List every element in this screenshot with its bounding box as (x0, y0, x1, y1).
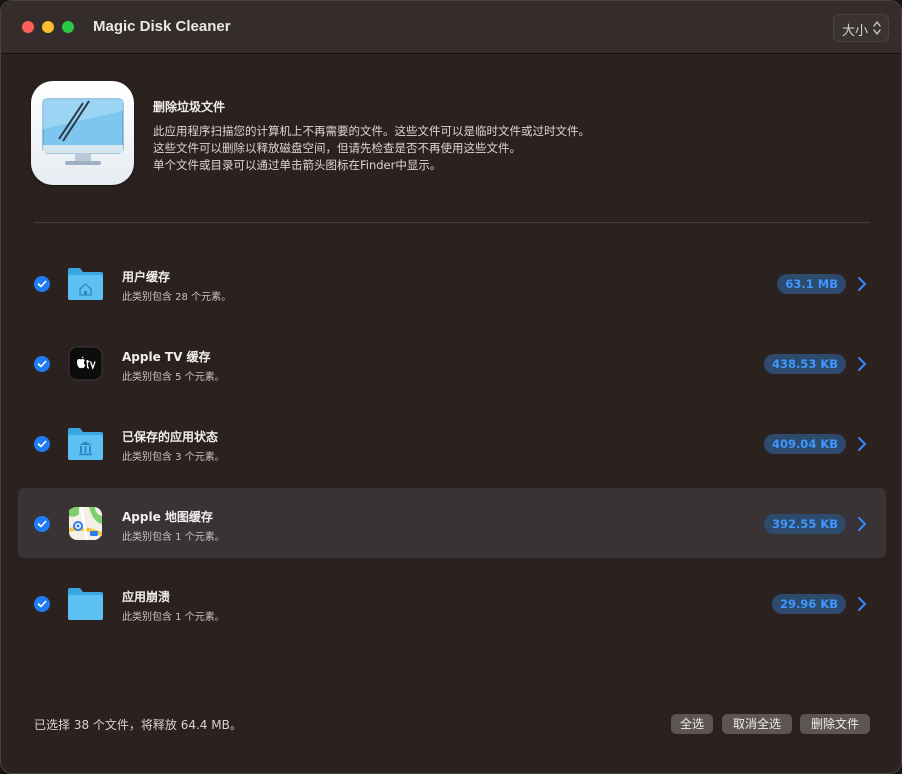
checkbox-checked[interactable] (34, 516, 50, 532)
zoom-window-button[interactable] (62, 21, 74, 33)
header-title: 删除垃圾文件 (153, 100, 226, 114)
size-badge: 409.04 KB (763, 434, 846, 454)
checkmark-icon (37, 360, 47, 368)
size-badge: 29.96 KB (771, 594, 846, 614)
title-bar: Magic Disk Cleaner 大小 (1, 1, 901, 54)
maps-icon (69, 506, 102, 541)
description-line: 这些文件可以删除以释放磁盘空间，但请先检查是否不再使用这些文件。 (153, 141, 521, 155)
checkbox-checked[interactable] (34, 356, 50, 372)
category-row-saved-app-state[interactable]: 已保存的应用状态 此类别包含 3 个元素。 409.04 KB (18, 408, 886, 478)
category-subtitle: 此类别包含 5 个元素。 (122, 372, 225, 383)
category-row-apple-tv-cache[interactable]: Apple TV 缓存 此类别包含 5 个元素。 438.53 KB (18, 328, 886, 398)
chevron-right-icon[interactable] (857, 596, 867, 612)
apple-tv-icon (68, 346, 103, 381)
sort-select-value: 大小 (842, 24, 869, 39)
size-badge: 63.1 MB (777, 274, 846, 294)
category-subtitle: 此类别包含 28 个元素。 (122, 292, 232, 303)
category-row-app-crashes[interactable]: 应用崩溃 此类别包含 1 个元素。 29.96 KB (18, 568, 886, 638)
chevron-right-icon[interactable] (857, 276, 867, 292)
category-row-user-cache[interactable]: 用户缓存 此类别包含 28 个元素。 63.1 MB (18, 248, 886, 318)
sort-select[interactable]: 大小 (833, 14, 889, 42)
checkbox-checked[interactable] (34, 436, 50, 452)
select-all-button[interactable]: 全选 (671, 714, 713, 734)
folder-icon (68, 588, 103, 620)
size-badge: 392.55 KB (763, 514, 846, 534)
deselect-all-button[interactable]: 取消全选 (722, 714, 792, 734)
checkmark-icon (37, 600, 47, 608)
building-folder-icon (68, 428, 103, 460)
app-window: Magic Disk Cleaner 大小 删除垃圾文件 此应用程序扫描您的计算… (0, 0, 902, 774)
header-description: 此应用程序扫描您的计算机上不再需要的文件。这些文件可以是临时文件或过时文件。 这… (153, 123, 753, 174)
category-title: Apple TV 缓存 (122, 350, 211, 364)
chevron-right-icon[interactable] (857, 436, 867, 452)
category-title: 应用崩溃 (122, 590, 171, 604)
window-title: Magic Disk Cleaner (93, 18, 231, 35)
checkmark-icon (37, 440, 47, 448)
app-icon (31, 81, 134, 185)
close-window-button[interactable] (22, 21, 34, 33)
selection-status: 已选择 38 个文件，将释放 64.4 MB。 (34, 718, 242, 732)
description-line: 此应用程序扫描您的计算机上不再需要的文件。这些文件可以是临时文件或过时文件。 (153, 124, 590, 138)
checkbox-checked[interactable] (34, 596, 50, 612)
checkmark-icon (37, 520, 47, 528)
category-subtitle: 此类别包含 1 个元素。 (122, 612, 225, 623)
header-divider (34, 222, 870, 223)
chevron-right-icon[interactable] (857, 516, 867, 532)
checkbox-checked[interactable] (34, 276, 50, 292)
category-title: Apple 地图缓存 (122, 510, 213, 524)
category-row-apple-maps-cache[interactable]: Apple 地图缓存 此类别包含 1 个元素。 392.55 KB (18, 488, 886, 558)
category-subtitle: 此类别包含 1 个元素。 (122, 532, 225, 543)
home-folder-icon (68, 268, 103, 300)
up-down-chevron-icon (873, 21, 881, 35)
category-title: 已保存的应用状态 (122, 430, 219, 444)
chevron-right-icon[interactable] (857, 356, 867, 372)
delete-files-button[interactable]: 删除文件 (800, 714, 870, 734)
checkmark-icon (37, 280, 47, 288)
monitor-broom-icon (42, 98, 124, 165)
description-line: 单个文件或目录可以通过单击箭头图标在Finder中显示。 (153, 158, 442, 172)
minimize-window-button[interactable] (42, 21, 54, 33)
size-badge: 438.53 KB (763, 354, 846, 374)
category-subtitle: 此类别包含 3 个元素。 (122, 452, 225, 463)
category-title: 用户缓存 (122, 270, 171, 284)
